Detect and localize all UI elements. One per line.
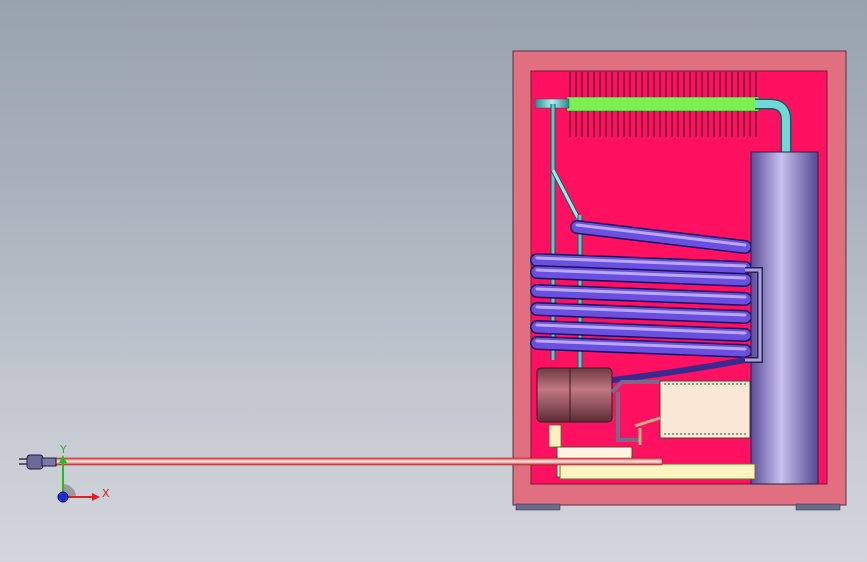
triad-x-label: X [102, 487, 110, 500]
power-cable[interactable] [54, 457, 663, 466]
graphics-viewport[interactable]: Y X [0, 0, 867, 562]
coordinate-triad-icon: Y X [57, 443, 110, 503]
cad-scene[interactable]: Y X [0, 0, 867, 562]
power-plug-icon[interactable] [19, 454, 57, 470]
reservoir-tank[interactable] [745, 151, 819, 485]
control-box[interactable] [659, 380, 751, 439]
triad-y-label: Y [59, 443, 67, 456]
triad-z-axis [57, 491, 69, 503]
